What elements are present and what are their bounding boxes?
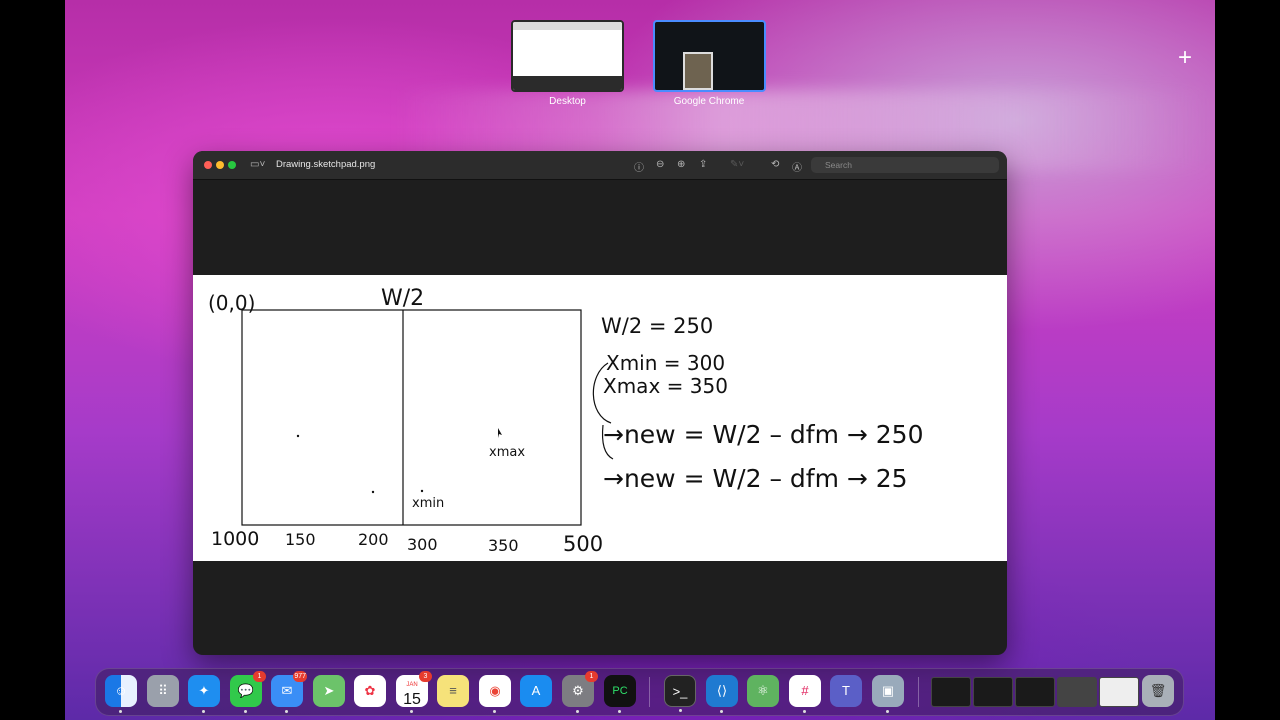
tick-label-350: 350: [488, 536, 519, 555]
rotate-icon[interactable]: ⟲: [771, 159, 779, 170]
system-settings-icon[interactable]: ⚙ 1: [562, 671, 598, 713]
tick-label-200: 200: [358, 530, 389, 549]
trash-icon[interactable]: 🗑: [1142, 675, 1174, 707]
notes-icon[interactable]: ≡: [437, 675, 469, 707]
preview-icon[interactable]: ▣: [872, 675, 904, 713]
space-desktop-thumbnail: [511, 20, 624, 92]
origin-label: (0,0): [208, 291, 255, 315]
note-xmin: Xmin = 300: [606, 351, 725, 375]
terminal-icon[interactable]: >_: [664, 675, 696, 712]
search-input[interactable]: Search: [811, 157, 999, 173]
window-titlebar: ▭˅ Drawing.sketchpad.png ⓘ ⊖ ⊕ ⇪ ✎˅ ⟲ Ⓐ …: [193, 151, 1007, 180]
markup-icon[interactable]: ✎˅: [730, 159, 744, 170]
messages-icon[interactable]: 💬 1: [230, 671, 266, 713]
tick-label-1000: 1000: [211, 528, 259, 550]
point-xmin: [420, 489, 424, 493]
drawing-canvas: (0,0) W/2 1000 150 200 300 350 500 xmin …: [193, 275, 1007, 561]
close-window-button[interactable]: [204, 161, 212, 169]
preview-window: ▭˅ Drawing.sketchpad.png ⓘ ⊖ ⊕ ⇪ ✎˅ ⟲ Ⓐ …: [193, 151, 1007, 655]
minimized-window-1[interactable]: [931, 677, 971, 707]
note-new-1: →new = W/2 – dfm → 250: [603, 420, 923, 449]
add-space-icon[interactable]: +: [1178, 46, 1192, 70]
minimized-window-4[interactable]: [1057, 677, 1097, 707]
safari-icon[interactable]: ✦: [188, 675, 220, 713]
zoom-window-button[interactable]: [228, 161, 236, 169]
frame-rectangle: [241, 309, 582, 526]
photos-icon[interactable]: ✿: [354, 675, 386, 707]
info-icon[interactable]: ⓘ: [634, 159, 644, 174]
space-desktop[interactable]: Desktop: [510, 20, 625, 107]
maps-icon[interactable]: ➤: [313, 675, 345, 707]
zoom-in-icon[interactable]: ⊕: [677, 159, 685, 170]
xmax-marker-label: xmax: [489, 445, 525, 460]
vscode-icon[interactable]: ⟨⟩: [706, 675, 738, 713]
sidebar-toggle-icon[interactable]: ▭˅: [250, 159, 265, 170]
space-label-chrome: Google Chrome: [673, 96, 745, 107]
space-chrome-thumbnail: [652, 20, 766, 92]
tick-label-300: 300: [407, 535, 438, 554]
launchpad-icon[interactable]: ⠿: [147, 675, 179, 707]
window-title: Drawing.sketchpad.png: [276, 159, 376, 170]
space-google-chrome[interactable]: Google Chrome: [650, 20, 768, 107]
share-icon[interactable]: ⇪: [699, 159, 707, 170]
mail-icon[interactable]: ✉ 977: [271, 671, 307, 713]
point-150: [296, 434, 300, 438]
atom-icon[interactable]: ⚛: [747, 675, 779, 707]
sketch-drawing: (0,0) W/2 1000 150 200 300 350 500 xmin …: [208, 286, 923, 556]
space-label-desktop: Desktop: [549, 96, 586, 107]
minimized-window-5[interactable]: [1099, 677, 1139, 707]
minimize-window-button[interactable]: [216, 161, 224, 169]
teams-icon[interactable]: T: [830, 675, 862, 707]
center-label: W/2: [381, 286, 424, 311]
chrome-icon[interactable]: ◉: [479, 675, 511, 713]
finder-icon[interactable]: ☺: [105, 675, 137, 713]
xmin-marker-label: xmin: [412, 496, 444, 511]
point-200: [371, 490, 375, 494]
app-store-icon[interactable]: A: [520, 675, 552, 707]
zoom-out-icon[interactable]: ⊖: [656, 159, 664, 170]
slack-icon[interactable]: #: [789, 675, 821, 713]
dock-separator-2: [918, 677, 919, 707]
calendar-icon[interactable]: JAN 15 3: [396, 671, 432, 713]
cursor-pointer: [498, 428, 502, 438]
minimized-window-3[interactable]: [1015, 677, 1055, 707]
dock-separator: [649, 677, 650, 707]
tick-label-500: 500: [563, 532, 603, 556]
note-new-2: →new = W/2 – dfm → 25: [603, 464, 908, 493]
minimized-window-2[interactable]: [973, 677, 1013, 707]
note-xmax: Xmax = 350: [603, 374, 728, 398]
note-w2: W/2 = 250: [601, 314, 713, 338]
dock: ☺ ⠿ ✦ 💬 1 ✉ 977 ➤ ✿ JAN 15 3 ≡ ◉ A ⚙ 1 PC >…: [95, 668, 1184, 716]
annotate-icon[interactable]: Ⓐ: [792, 159, 802, 174]
pycharm-icon[interactable]: PC: [604, 675, 636, 713]
tick-label-150: 150: [285, 530, 316, 549]
